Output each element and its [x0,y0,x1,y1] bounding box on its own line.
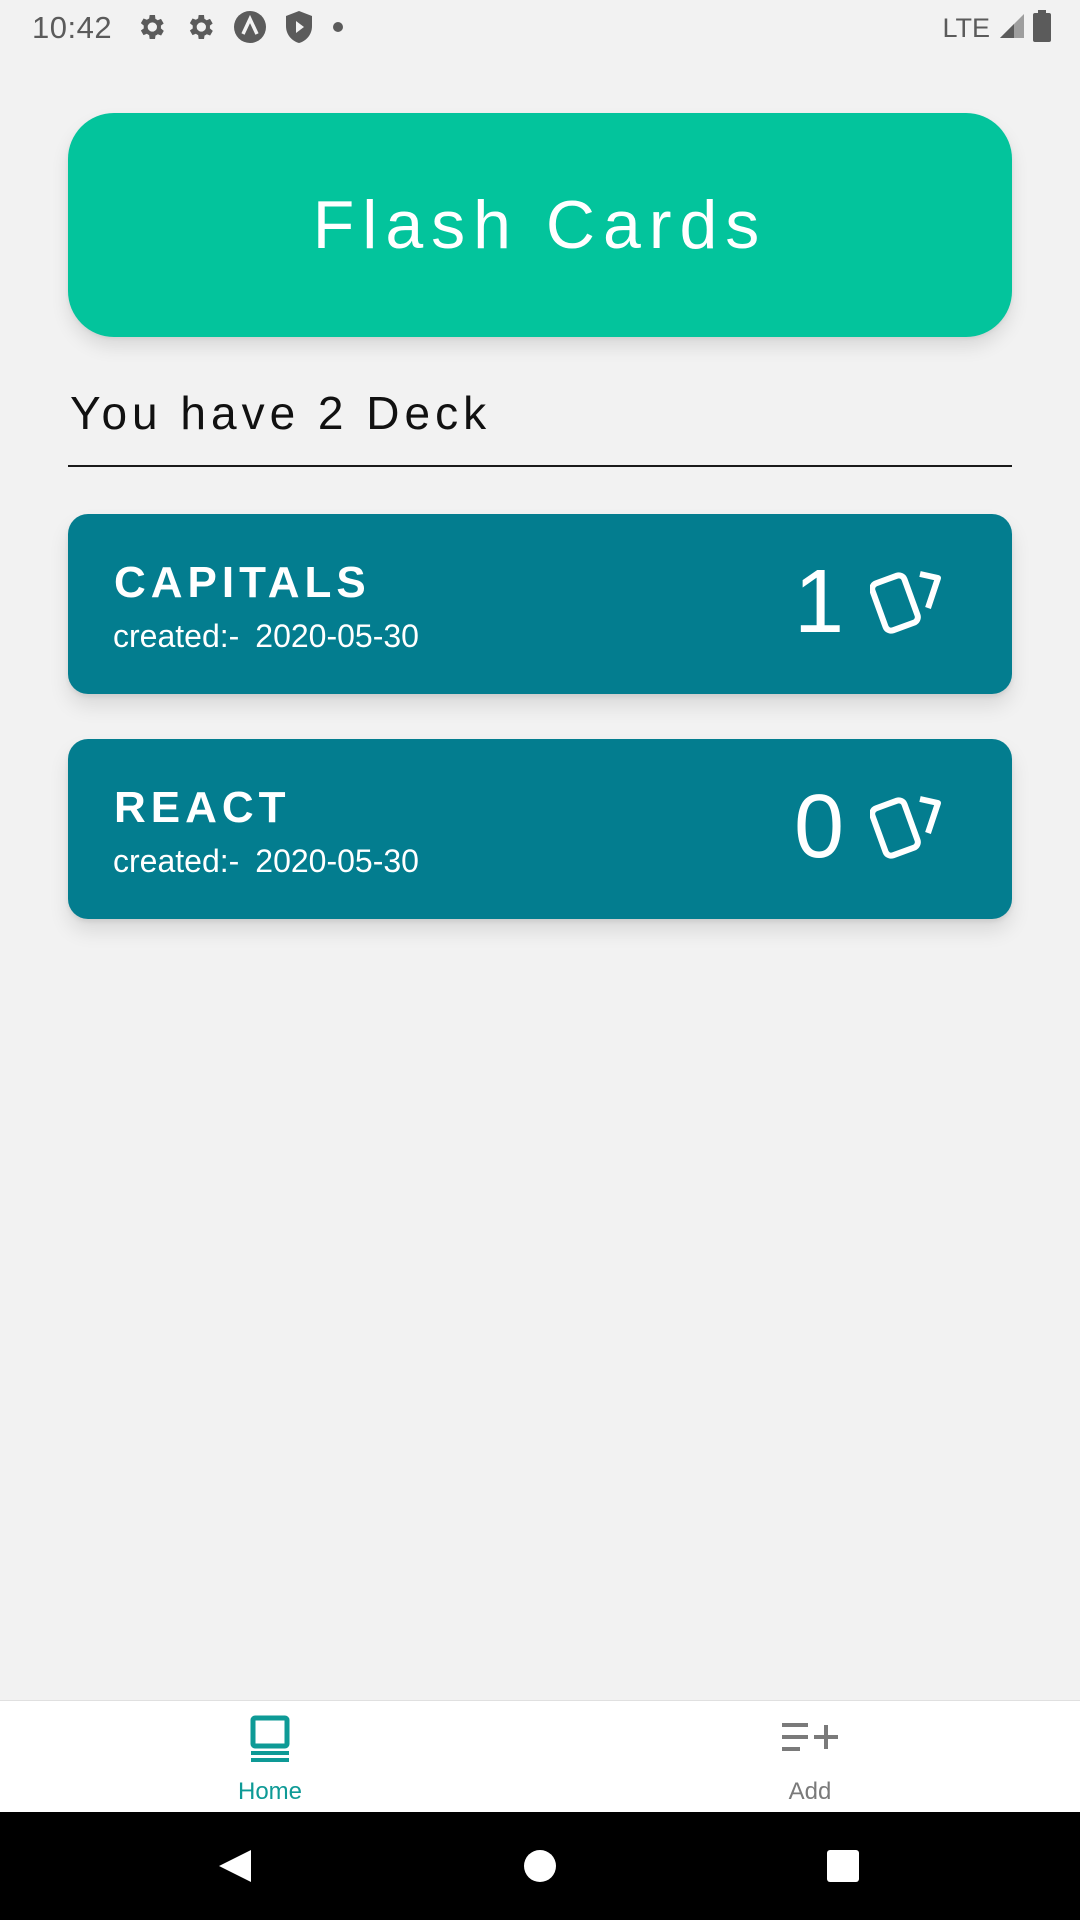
add-list-icon [780,1715,840,1768]
battery-icon [1032,10,1052,47]
home-nav-button[interactable] [480,1812,600,1920]
app-header: Flash Cards [68,113,1012,337]
status-bar: 10:42 LTE [0,0,1080,54]
deck-card-react[interactable]: REACT created:- 2020-05-30 0 [68,739,1012,919]
deck-created-label: created:- [113,843,240,879]
cards-icon [869,566,944,643]
deck-name: REACT [114,783,291,832]
settings-icon [135,11,167,43]
tab-home-label: Home [237,1778,303,1805]
deck-count-text: You have 2 Deck [70,387,492,439]
shield-icon [284,10,314,44]
deck-created-label: created:- [113,618,240,654]
settings-icon [184,11,216,43]
app-title: Flash Cards [312,187,768,263]
deck-created-date: 2020-05-30 [255,843,419,879]
notification-icons [135,10,345,44]
deck-card-count: 1 [793,552,844,652]
deck-created: created:- 2020-05-30 [113,843,419,880]
bottom-tab-bar: Home Add [0,1700,1080,1813]
deck-card-capitals[interactable]: CAPITALS created:- 2020-05-30 1 [68,514,1012,694]
back-button[interactable] [175,1812,295,1920]
network-label: LTE [942,13,990,43]
system-status: LTE [942,10,1052,47]
status-time: 10:42 [32,10,113,45]
recents-icon [827,1850,859,1882]
deck-created: created:- 2020-05-30 [113,618,419,655]
cards-icon [869,791,944,868]
home-icon [248,1715,292,1768]
system-nav-bar [0,1812,1080,1920]
dot-icon [331,20,345,34]
divider [68,465,1012,467]
back-icon [219,1850,251,1882]
home-circle-icon [524,1850,556,1882]
deck-created-date: 2020-05-30 [255,618,419,654]
deck-card-count: 0 [793,777,844,877]
recents-button[interactable] [783,1812,903,1920]
app-a-icon [233,10,267,44]
tab-add-label: Add [788,1778,832,1805]
deck-name: CAPITALS [114,558,371,607]
tab-add[interactable]: Add [540,1701,1080,1813]
tab-home[interactable]: Home [0,1701,540,1813]
signal-icon [998,12,1026,45]
deck-list: CAPITALS created:- 2020-05-30 1 REACT cr… [68,514,1012,964]
